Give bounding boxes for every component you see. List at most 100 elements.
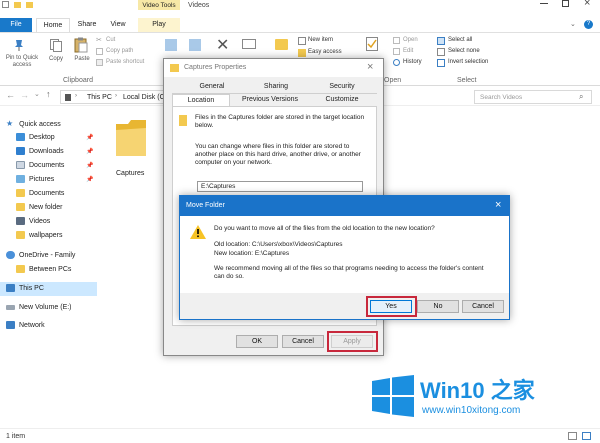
tab-file[interactable]: File [0, 18, 32, 32]
folder-icon [16, 231, 25, 240]
tab-play[interactable]: Play [138, 18, 180, 32]
new-item-button[interactable]: New item [308, 37, 333, 43]
close-icon[interactable]: × [367, 61, 373, 73]
delete-icon[interactable]: ✕ [216, 35, 229, 55]
paste-shortcut-button[interactable]: Paste shortcut [106, 59, 144, 65]
rename-icon[interactable] [242, 39, 256, 49]
tab-security[interactable]: Security [314, 83, 370, 90]
select-none-icon [437, 48, 445, 56]
search-input[interactable]: Search Videos ⌕ [474, 90, 592, 104]
search-placeholder: Search Videos [480, 94, 523, 101]
tab-share[interactable]: Share [72, 18, 102, 32]
move-recommendation: We recommend moving all of the files so … [214, 265, 484, 280]
pin-icon[interactable]: 📌 [86, 148, 93, 155]
edit-button[interactable]: Edit [403, 48, 413, 54]
sidebar-item-onedrive[interactable]: OneDrive - Family [6, 250, 75, 262]
sidebar-item-network[interactable]: Network [6, 320, 45, 332]
minimize-button[interactable] [540, 3, 548, 4]
tab-location[interactable]: Location [172, 94, 230, 106]
tab-previous-versions[interactable]: Previous Versions [234, 96, 306, 103]
open-icon [393, 37, 400, 44]
location-path-field[interactable]: E:\Captures [197, 181, 363, 192]
document-icon [16, 161, 25, 170]
sidebar-item-between-pcs[interactable]: Between PCs [16, 264, 71, 276]
location-info-text: Files in the Captures folder are stored … [195, 114, 365, 129]
copy-to-icon[interactable] [189, 39, 201, 51]
recent-chevron-icon[interactable]: ⌄ [34, 90, 40, 98]
new-folder-icon[interactable] [275, 39, 288, 50]
folder-icon [179, 115, 187, 126]
sidebar-item-desktop[interactable]: Desktop [16, 132, 55, 144]
cancel-move-button[interactable]: Cancel [462, 300, 504, 313]
copy-icon [50, 39, 62, 52]
move-folder-dialog: Move Folder × Do you want to move all of… [179, 195, 510, 320]
new-location: New location: E:\Captures [214, 250, 290, 257]
help-icon[interactable]: ? [584, 20, 593, 29]
open-group-label: Open [384, 77, 402, 84]
pin-icon[interactable]: 📌 [86, 162, 93, 169]
move-question: Do you want to move all of the files fro… [214, 225, 435, 232]
forward-arrow-icon[interactable]: → [20, 90, 29, 100]
pin-icon [13, 39, 25, 51]
invert-selection-button[interactable]: Invert selection [448, 59, 488, 65]
explorer-titlebar: Video Tools Videos × [0, 0, 600, 14]
folder-name: Captures [116, 170, 145, 177]
close-icon[interactable]: × [495, 199, 501, 211]
sidebar-item-downloads[interactable]: Downloads [16, 146, 64, 158]
window-title: Videos [188, 2, 210, 9]
copy-button[interactable]: Copy [44, 56, 68, 63]
sidebar-item-wallpapers[interactable]: wallpapers [16, 230, 62, 242]
breadcrumb-local-disk[interactable]: Local Disk (C [123, 94, 165, 101]
details-view-icon[interactable] [568, 432, 577, 440]
cancel-button[interactable]: Cancel [282, 335, 324, 348]
pin-icon[interactable]: 📌 [86, 134, 93, 141]
maximize-button[interactable] [562, 0, 569, 7]
tab-home[interactable]: Home [36, 18, 70, 32]
tab-view[interactable]: View [104, 18, 132, 32]
cut-button[interactable]: Cut [106, 37, 115, 43]
properties-icon[interactable] [366, 37, 378, 51]
pin-icon[interactable]: 📌 [86, 176, 93, 183]
address-field[interactable]: › This PC › Local Disk (C [60, 90, 166, 104]
sidebar-item-this-pc[interactable]: This PC [6, 283, 44, 295]
sidebar-item-quick-access[interactable]: ★ Quick access [6, 118, 61, 130]
new-item-icon [298, 37, 306, 45]
pin-quick-access-button[interactable]: Pin to Quick access [2, 55, 42, 69]
move-folder-title: Move Folder [186, 202, 225, 209]
back-arrow-icon[interactable]: ← [6, 90, 15, 100]
folder-icon [16, 203, 25, 212]
no-button[interactable]: No [417, 300, 459, 313]
sidebar-item-new-folder[interactable]: New folder [16, 202, 62, 214]
select-none-button[interactable]: Select none [448, 48, 480, 54]
copy-path-button[interactable]: Copy path [106, 48, 133, 54]
tiles-view-icon[interactable] [582, 432, 591, 440]
history-button[interactable]: History [403, 59, 422, 65]
drive-icon [6, 304, 15, 310]
chevron-down-icon[interactable]: ⌄ [570, 20, 576, 28]
breadcrumb-this-pc[interactable]: This PC [87, 94, 112, 101]
quick-access-toolbar-icons[interactable] [2, 1, 42, 9]
select-all-button[interactable]: Select all [448, 37, 472, 43]
tab-customize[interactable]: Customize [314, 96, 370, 103]
open-button[interactable]: Open [403, 37, 418, 43]
folder-item[interactable]: Captures [106, 116, 154, 178]
move-to-icon[interactable] [165, 39, 177, 51]
tab-general[interactable]: General [184, 83, 240, 90]
folder-icon [16, 189, 25, 198]
folder-icon [170, 64, 179, 72]
move-folder-titlebar: Move Folder × [180, 196, 509, 216]
sidebar-item-pictures[interactable]: Pictures [16, 174, 54, 186]
close-icon[interactable]: × [584, 0, 590, 9]
tab-sharing[interactable]: Sharing [248, 83, 304, 90]
up-arrow-icon[interactable]: ↑ [46, 89, 51, 99]
sidebar-item-new-volume[interactable]: New Volume (E:) [6, 302, 72, 314]
sidebar-item-documents-folder[interactable]: Documents [16, 188, 64, 200]
ok-button[interactable]: OK [236, 335, 278, 348]
paste-button[interactable]: Paste [70, 56, 94, 63]
sidebar-item-videos[interactable]: Videos [16, 216, 50, 228]
watermark-brand: Win10 之家 [420, 378, 535, 403]
network-icon [6, 321, 15, 330]
sidebar-item-documents[interactable]: Documents [16, 160, 64, 172]
folder-icon [16, 265, 25, 274]
easy-access-button[interactable]: Easy access [308, 49, 342, 55]
